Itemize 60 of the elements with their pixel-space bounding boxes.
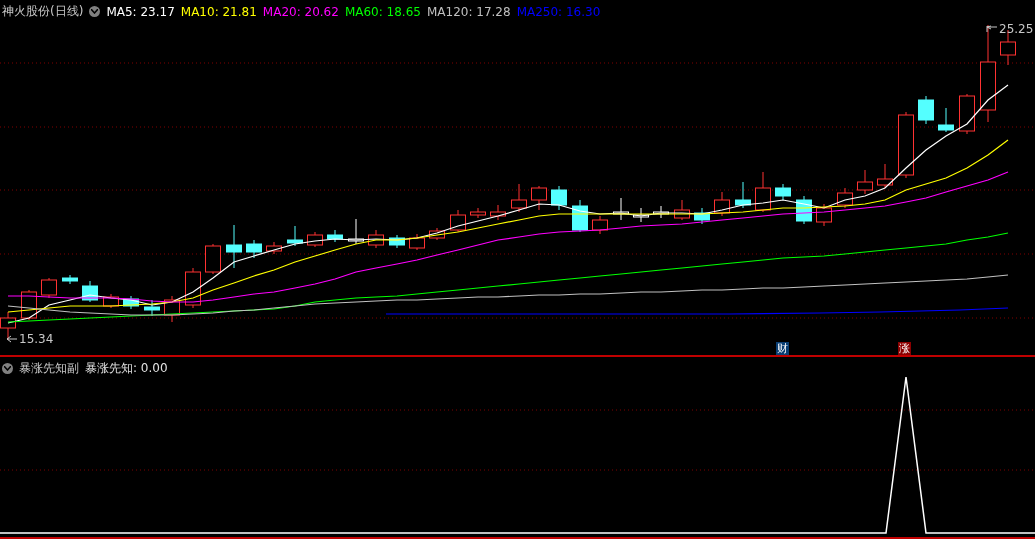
ma-legend-label: MA120: 17.28 <box>426 4 511 19</box>
candlestick <box>551 185 567 211</box>
candlestick <box>511 183 527 213</box>
candlestick <box>389 234 405 249</box>
candlestick <box>41 277 57 299</box>
candlestick <box>429 227 445 241</box>
candlestick <box>938 107 954 133</box>
candlestick <box>714 191 730 217</box>
dropdown-toggle-icon[interactable] <box>89 6 101 17</box>
event-marker[interactable]: 涨 <box>898 342 911 355</box>
ma-legend-label: MA5: 23.17 <box>106 4 175 19</box>
arrow-icon <box>986 25 998 33</box>
candlestick <box>816 203 832 227</box>
candlestick <box>226 224 242 269</box>
ma-legend-label: MA20: 20.62 <box>262 4 339 19</box>
candlestick <box>103 293 119 309</box>
candlestick <box>205 243 221 275</box>
candlestick <box>653 205 669 219</box>
candlestick <box>266 241 282 255</box>
candlestick <box>613 197 629 221</box>
candlestick <box>674 199 690 221</box>
candlestick <box>144 299 160 317</box>
candlestick <box>918 95 934 125</box>
candlestick <box>755 171 771 213</box>
candlestick <box>123 295 139 310</box>
low-price-label: 15.34 <box>19 332 54 346</box>
candlestick <box>246 239 262 259</box>
candlestick <box>307 231 323 248</box>
indicator-reading: 暴涨先知: 0.00 <box>85 360 168 377</box>
candlestick <box>450 209 466 233</box>
candlestick <box>470 207 486 219</box>
candlestick <box>898 111 914 179</box>
candlestick <box>633 207 649 223</box>
candlestick <box>82 280 98 303</box>
candlestick <box>775 183 791 201</box>
candlestick <box>164 295 180 323</box>
candlestick <box>857 169 873 195</box>
candlestick <box>409 233 425 251</box>
candlestick <box>531 185 547 211</box>
dropdown-toggle-icon[interactable] <box>2 363 13 374</box>
candlestick <box>490 204 506 221</box>
chart-title: 神火股份(日线) <box>2 3 84 20</box>
arrow-icon <box>6 335 18 343</box>
ma-legend-label: MA60: 18.65 <box>344 4 421 19</box>
candlestick <box>694 207 710 225</box>
candlestick <box>368 229 384 249</box>
ma-legend-label: MA10: 21.81 <box>180 4 257 19</box>
candlestick <box>959 93 975 135</box>
candlestick <box>348 218 364 245</box>
candlestick <box>592 215 608 235</box>
high-price-label: 25.25 <box>999 22 1034 36</box>
candlestick <box>735 181 751 209</box>
candlestick <box>877 163 893 189</box>
indicator-title: 暴涨先知副 <box>19 360 79 377</box>
candlestick <box>837 187 853 209</box>
candlestick <box>327 229 343 243</box>
ma-legend-label: MA250: 16.30 <box>516 4 601 19</box>
candlestick <box>185 267 201 309</box>
candlestick <box>287 225 303 247</box>
event-marker[interactable]: 财 <box>776 342 789 355</box>
